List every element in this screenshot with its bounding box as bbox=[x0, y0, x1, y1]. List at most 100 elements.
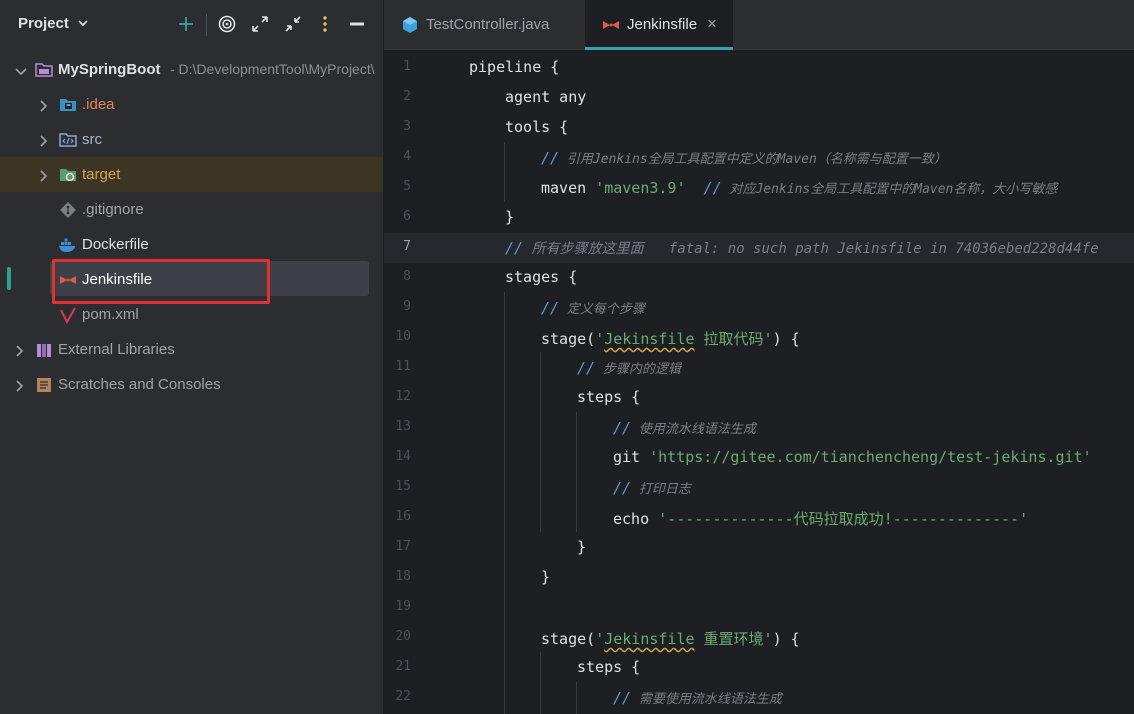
code-line: 13 // 使用流水线语法生成 bbox=[384, 413, 1134, 443]
chevron-right-icon[interactable] bbox=[39, 169, 49, 182]
line-number: 6 bbox=[403, 209, 411, 224]
project-tool-window: Project MySpringBoot - D:\DevelopmentToo… bbox=[0, 0, 383, 714]
expand-all-icon[interactable] bbox=[250, 14, 270, 34]
code-string: ' bbox=[595, 630, 605, 648]
line-number: 3 bbox=[403, 119, 411, 134]
code-line: 2 agent any bbox=[384, 83, 1134, 113]
tree-node-scratches[interactable]: Scratches and Consoles bbox=[0, 367, 383, 402]
line-number: 14 bbox=[395, 449, 411, 464]
code-text: tools { bbox=[505, 118, 569, 136]
comment-marker: // bbox=[685, 179, 722, 197]
jenkins-icon bbox=[602, 17, 620, 38]
code-keyword: stage( bbox=[541, 330, 596, 348]
code-line: 21 steps { bbox=[384, 653, 1134, 683]
code-text: ) { bbox=[772, 630, 800, 648]
tree-node-target[interactable]: target bbox=[0, 157, 383, 192]
line-number: 12 bbox=[395, 389, 411, 404]
code-line: 19 bbox=[384, 593, 1134, 623]
line-number: 16 bbox=[395, 509, 411, 524]
comment-text: 使用流水线语法生成 bbox=[631, 422, 756, 437]
line-number: 5 bbox=[403, 179, 411, 194]
code-keyword: stage( bbox=[541, 630, 596, 648]
comment-text: 需要使用流水线语法生成 bbox=[631, 692, 782, 707]
tree-label: .gitignore bbox=[82, 201, 144, 218]
chevron-right-icon[interactable] bbox=[15, 379, 25, 392]
hide-panel-icon[interactable] bbox=[347, 14, 367, 34]
code-line: 14 git 'https://gitee.com/tianchencheng/… bbox=[384, 443, 1134, 473]
line-number: 20 bbox=[395, 629, 411, 644]
comment-marker: // bbox=[541, 149, 560, 167]
locate-file-icon[interactable] bbox=[217, 14, 237, 34]
code-text: steps { bbox=[577, 658, 641, 676]
code-line: 17 } bbox=[384, 533, 1134, 563]
code-editor[interactable]: 1 pipeline { 2 agent any 3 tools { 4 // … bbox=[384, 51, 1134, 714]
comment-marker: // bbox=[613, 419, 632, 437]
tree-label: Dockerfile bbox=[82, 236, 149, 253]
code-line: 1 pipeline { bbox=[384, 53, 1134, 83]
code-string: ' bbox=[595, 330, 605, 348]
code-text: } bbox=[541, 568, 551, 586]
tree-node-gitignore[interactable]: .gitignore bbox=[0, 192, 383, 227]
typo-word: Jekinsfile bbox=[604, 630, 695, 648]
code-line: 6 } bbox=[384, 203, 1134, 233]
source-folder-icon bbox=[59, 131, 77, 149]
line-number: 4 bbox=[403, 149, 411, 164]
code-line: 4 // 引用Jenkins全局工具配置中定义的Maven（名称需与配置一致） bbox=[384, 143, 1134, 173]
tree-label: External Libraries bbox=[58, 341, 175, 358]
tree-node-module[interactable]: MySpringBoot - D:\DevelopmentTool\MyProj… bbox=[0, 52, 383, 87]
code-text: agent any bbox=[505, 88, 587, 106]
code-text: stages { bbox=[505, 268, 578, 286]
chevron-right-icon[interactable] bbox=[39, 99, 49, 112]
line-number: 9 bbox=[403, 299, 411, 314]
code-string: 'maven3.9' bbox=[595, 179, 686, 197]
code-line: 8 stages { bbox=[384, 263, 1134, 293]
chevron-down-icon[interactable] bbox=[77, 16, 89, 34]
chevron-right-icon[interactable] bbox=[39, 134, 49, 147]
line-number: 17 bbox=[395, 539, 411, 554]
active-tab-indicator bbox=[585, 47, 733, 50]
toolbar-divider bbox=[206, 14, 207, 36]
tree-node-pom[interactable]: pom.xml bbox=[0, 297, 383, 332]
code-line: 5 maven 'maven3.9' // 对应Jenkins全局工具配置中的M… bbox=[384, 173, 1134, 203]
tree-label: src bbox=[82, 131, 102, 148]
code-text: } bbox=[577, 538, 587, 556]
options-menu-icon[interactable] bbox=[315, 14, 335, 34]
line-number: 10 bbox=[395, 329, 411, 344]
library-icon bbox=[35, 341, 53, 359]
code-text: pipeline { bbox=[469, 58, 560, 76]
scratches-icon bbox=[35, 376, 53, 394]
editor-tab-bar: TestController.java Jenkinsfile × bbox=[384, 0, 1134, 50]
chevron-right-icon[interactable] bbox=[15, 344, 25, 357]
add-icon[interactable] bbox=[176, 14, 196, 34]
tree-node-idea[interactable]: .idea bbox=[0, 87, 383, 122]
collapse-all-icon[interactable] bbox=[283, 14, 303, 34]
tree-node-dockerfile[interactable]: Dockerfile bbox=[0, 227, 383, 262]
tab-testcontroller[interactable]: TestController.java bbox=[384, 0, 585, 50]
code-text: ) { bbox=[772, 330, 800, 348]
comment-text: 步骤内的逻辑 bbox=[595, 362, 681, 377]
code-line: 12 steps { bbox=[384, 383, 1134, 413]
tree-node-external-libraries[interactable]: External Libraries bbox=[0, 332, 383, 367]
code-line: 9 // 定义每个步骤 bbox=[384, 293, 1134, 323]
line-number: 19 bbox=[395, 599, 411, 614]
code-string: 拉取代码' bbox=[694, 330, 773, 348]
line-number: 8 bbox=[403, 269, 411, 284]
tree-label: target bbox=[82, 166, 121, 183]
code-text: } bbox=[505, 208, 515, 226]
line-number: 15 bbox=[395, 479, 411, 494]
code-keyword: git bbox=[613, 448, 650, 466]
module-folder-icon bbox=[35, 61, 53, 79]
code-line: 20 stage('Jekinsfile 重置环境') { bbox=[384, 623, 1134, 653]
line-number: 21 bbox=[395, 659, 411, 674]
comment-marker: // bbox=[577, 359, 596, 377]
excluded-folder-icon bbox=[59, 166, 77, 184]
chevron-down-icon[interactable] bbox=[15, 64, 27, 76]
module-path: - D:\DevelopmentTool\MyProject\ bbox=[170, 61, 375, 77]
code-line: 22 // 需要使用流水线语法生成 bbox=[384, 683, 1134, 713]
tree-node-src[interactable]: src bbox=[0, 122, 383, 157]
close-tab-icon[interactable]: × bbox=[707, 14, 717, 34]
tab-jenkinsfile[interactable]: Jenkinsfile × bbox=[585, 0, 733, 50]
project-view-selector[interactable]: Project bbox=[18, 15, 69, 32]
line-number: 13 bbox=[395, 419, 411, 434]
comment-marker: // bbox=[505, 239, 524, 257]
